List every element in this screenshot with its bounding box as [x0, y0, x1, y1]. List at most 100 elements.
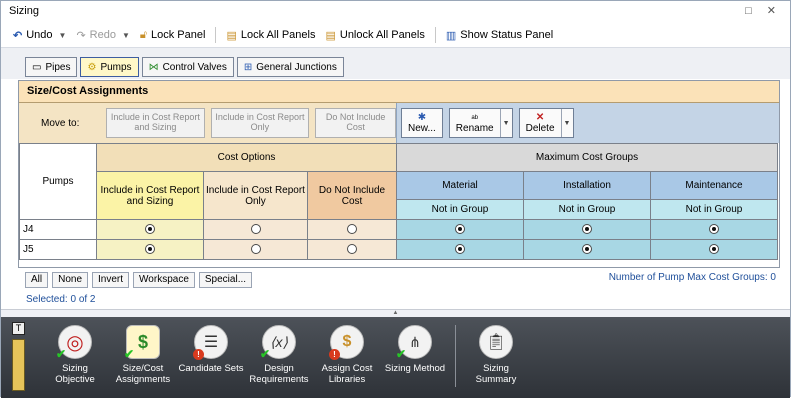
- flowchart-icon: ⋔ ✔: [396, 325, 432, 361]
- error-icon: !: [329, 349, 340, 360]
- col-maintenance[interactable]: Maintenance: [650, 171, 778, 200]
- check-icon: ✔: [396, 347, 407, 361]
- tab-strip: ▭ Pipes ⚙ Pumps ⋈ Control Valves ⊞ Gener…: [25, 57, 344, 77]
- radio-cell[interactable]: [396, 219, 524, 240]
- dock-item-candidate-sets[interactable]: ☰ ! Candidate Sets: [177, 325, 245, 387]
- show-status-panel-button[interactable]: ▥ Show Status Panel: [442, 27, 557, 44]
- row-name[interactable]: J5: [19, 239, 97, 260]
- window-buttons[interactable]: □ ✕: [745, 4, 782, 17]
- radio-material-group[interactable]: [455, 224, 465, 235]
- dock-item-sizing-summary[interactable]: 📋︎ Sizing Summary: [462, 325, 530, 387]
- move-cost-only-button[interactable]: Include in Cost Report Only: [210, 108, 310, 138]
- radio-installation-group[interactable]: [582, 244, 592, 255]
- tab-control-valves[interactable]: ⋈ Control Valves: [141, 57, 234, 77]
- radio-cell[interactable]: [203, 239, 308, 260]
- chevron-down-icon[interactable]: ▼: [560, 109, 573, 137]
- tab-pumps[interactable]: ⚙ Pumps: [80, 57, 139, 77]
- unlock-all-label: Unlock All Panels: [339, 29, 425, 41]
- chevron-down-icon[interactable]: ▼: [122, 31, 130, 40]
- move-to-area: Move to: Include in Cost Report and Sizi…: [19, 103, 397, 143]
- new-group-button[interactable]: ✱ New...: [401, 108, 443, 138]
- col-installation[interactable]: Installation: [523, 171, 651, 200]
- title-bar: Sizing □ ✕: [1, 1, 790, 23]
- radio-cell[interactable]: [96, 219, 204, 240]
- col-material[interactable]: Material: [396, 171, 524, 200]
- radio-cell[interactable]: [307, 239, 397, 260]
- dock-item-assign-cost-libraries[interactable]: $ ! Assign Cost Libraries: [313, 325, 381, 387]
- lock-panel-button[interactable]: 🔓︎ Lock Panel: [136, 27, 210, 44]
- delete-label: Delete: [525, 123, 555, 134]
- sizing-window: Sizing □ ✕ ↶ Undo ▼ ↷ Redo ▼ 🔓︎ Lock Pan…: [0, 0, 791, 398]
- radio-do-not-include[interactable]: [347, 244, 357, 255]
- window-title: Sizing: [9, 5, 39, 17]
- dock-item-sizing-method[interactable]: ⋔ ✔ Sizing Method: [381, 325, 449, 387]
- move-do-not-include-button[interactable]: Do Not Include Cost: [315, 108, 397, 138]
- radio-cost-only[interactable]: [250, 244, 261, 255]
- chevron-down-icon[interactable]: ▼: [59, 31, 67, 40]
- tab-label: Control Valves: [162, 61, 227, 73]
- tabs-row: ▭ Pipes ⚙ Pumps ⋈ Control Valves ⊞ Gener…: [1, 47, 790, 79]
- dock-item-design-requirements[interactable]: ⟨x⟩ ✔ Design Requirements: [245, 325, 313, 387]
- select-invert-button[interactable]: Invert: [92, 272, 130, 288]
- chevron-down-icon[interactable]: ▼: [499, 109, 512, 137]
- cost-assignment-grid: Pumps Cost Options Maximum Cost Groups I…: [19, 143, 778, 260]
- radio-cell[interactable]: [203, 219, 308, 240]
- money-icon: $ ✔: [124, 325, 160, 361]
- radio-cell[interactable]: [307, 219, 397, 240]
- maintenance-group-value[interactable]: Not in Group: [650, 199, 778, 220]
- installation-group-value[interactable]: Not in Group: [523, 199, 651, 220]
- status-panel-label: Show Status Panel: [460, 29, 554, 41]
- radio-cell[interactable]: [523, 219, 651, 240]
- rename-label: Rename: [455, 122, 494, 134]
- delete-group-button[interactable]: ✕ Delete ▼: [518, 108, 574, 138]
- dock-side-tab[interactable]: [12, 339, 25, 391]
- select-all-button[interactable]: All: [25, 272, 49, 288]
- variable-icon: ⟨x⟩ ✔: [260, 325, 296, 361]
- select-none-button[interactable]: None: [52, 272, 89, 288]
- radio-cell[interactable]: [523, 239, 651, 260]
- lock-all-label: Lock All Panels: [240, 29, 316, 41]
- rename-group-button[interactable]: ᵃᵇ Rename ▼: [448, 108, 513, 138]
- table-row: J4: [19, 219, 778, 240]
- select-special-button[interactable]: Special...: [198, 272, 253, 288]
- dock-item-size-cost-assignments[interactable]: $ ✔ Size/Cost Assignments: [109, 325, 177, 387]
- redo-button[interactable]: ↷ Redo ▼: [72, 27, 133, 44]
- undo-icon: ↶: [13, 29, 23, 42]
- radio-maintenance-group[interactable]: [709, 224, 719, 235]
- junction-icon: ⊞: [243, 61, 253, 73]
- undo-button[interactable]: ↶ Undo ▼: [9, 27, 70, 44]
- radio-cell[interactable]: [650, 239, 778, 260]
- tab-pipes[interactable]: ▭ Pipes: [25, 57, 78, 77]
- pin-icon[interactable]: T: [12, 322, 25, 335]
- toolbar: ↶ Undo ▼ ↷ Redo ▼ 🔓︎ Lock Panel ▤ Lock A…: [1, 23, 790, 47]
- tab-general-junctions[interactable]: ⊞ General Junctions: [236, 57, 344, 77]
- radio-material-group[interactable]: [455, 244, 465, 255]
- material-group-value[interactable]: Not in Group: [396, 199, 524, 220]
- radio-cost-only[interactable]: [250, 224, 261, 235]
- dock-item-label: Sizing Summary: [475, 363, 517, 385]
- unlock-all-panels-button[interactable]: ▤ Unlock All Panels: [321, 27, 428, 44]
- dock-splitter[interactable]: ▲: [1, 309, 790, 317]
- col-cost-only[interactable]: Include in Cost Report Only: [203, 171, 308, 220]
- move-include-cost-sizing-button[interactable]: Include in Cost Report and Sizing: [106, 108, 205, 138]
- valve-icon: ⋈: [148, 61, 159, 73]
- dock-item-label: Sizing Method: [384, 363, 446, 374]
- radio-installation-group[interactable]: [582, 224, 592, 235]
- table-row: J5: [19, 239, 778, 260]
- lock-all-icon: ▤: [226, 29, 237, 42]
- radio-cell[interactable]: [96, 239, 204, 260]
- row-name[interactable]: J4: [19, 219, 97, 240]
- radio-cell[interactable]: [650, 219, 778, 240]
- radio-maintenance-group[interactable]: [709, 244, 719, 255]
- undo-label: Undo: [26, 29, 53, 41]
- dock-item-sizing-objective[interactable]: ◎ ✔ Sizing Objective: [41, 325, 109, 387]
- radio-include-cost-sizing[interactable]: [145, 244, 155, 255]
- redo-label: Redo: [89, 29, 116, 41]
- col-include-cost-sizing[interactable]: Include in Cost Report and Sizing: [96, 171, 204, 220]
- col-do-not-include[interactable]: Do Not Include Cost: [307, 171, 397, 220]
- radio-cell[interactable]: [396, 239, 524, 260]
- radio-include-cost-sizing[interactable]: [145, 224, 155, 235]
- lock-all-panels-button[interactable]: ▤ Lock All Panels: [222, 27, 319, 44]
- radio-do-not-include[interactable]: [347, 224, 357, 235]
- select-workspace-button[interactable]: Workspace: [133, 272, 195, 288]
